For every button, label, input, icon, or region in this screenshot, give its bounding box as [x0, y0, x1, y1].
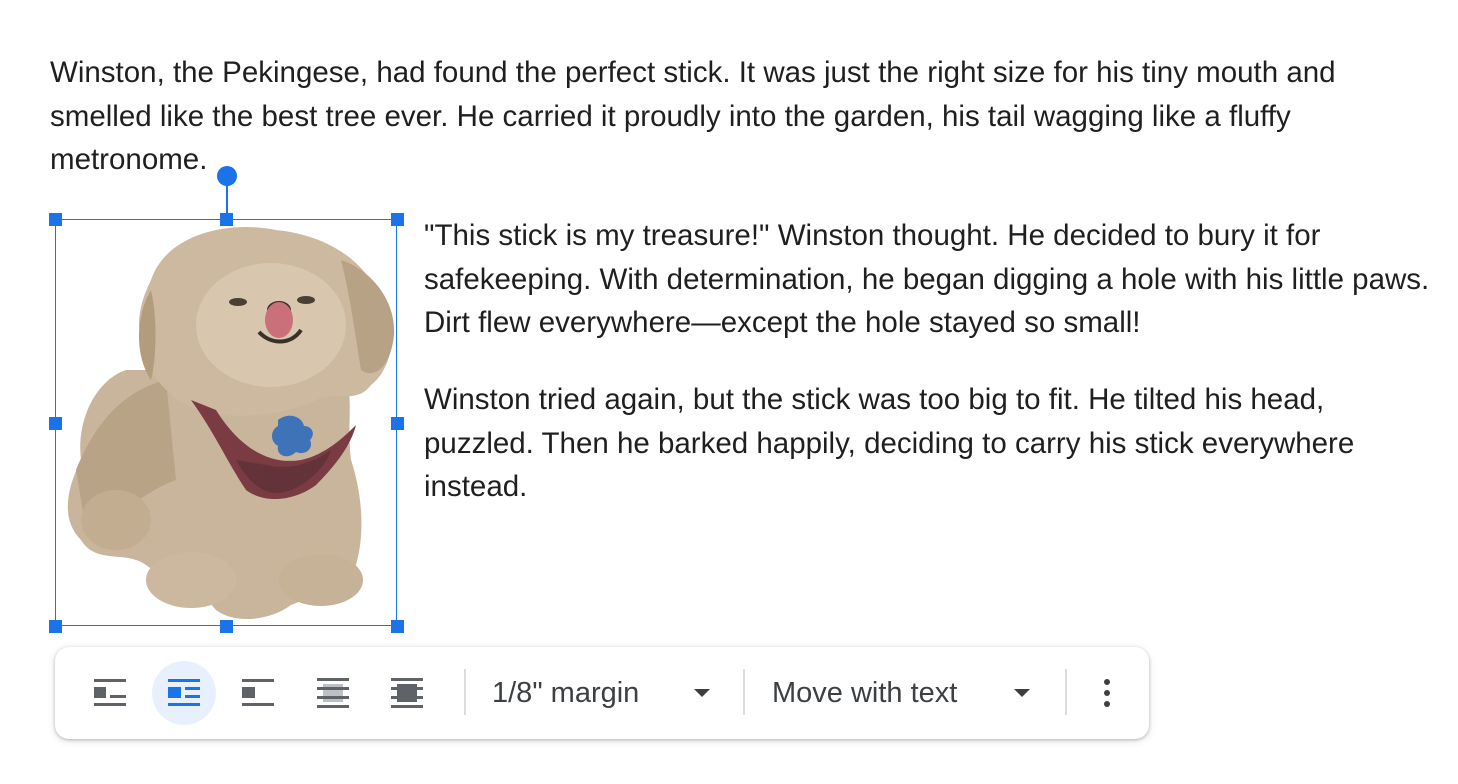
- in-line-button[interactable]: [78, 661, 142, 725]
- margin-dropdown-label: 1/8" margin: [492, 676, 640, 709]
- toolbar-separator: [464, 669, 466, 715]
- paragraph-1: Winston, the Pekingese, had found the pe…: [50, 56, 1336, 176]
- pekingese-dog-image: [67, 227, 395, 620]
- in-front-of-text-button[interactable]: [375, 661, 439, 725]
- resize-handle-top-left[interactable]: [49, 213, 62, 226]
- resize-handle-bottom[interactable]: [220, 620, 233, 633]
- resize-handle-right[interactable]: [391, 417, 404, 430]
- margin-dropdown[interactable]: 1/8" margin: [492, 661, 722, 725]
- more-options-button[interactable]: [1085, 661, 1129, 725]
- chevron-down-icon: [694, 689, 710, 697]
- rotation-handle[interactable]: [217, 166, 237, 186]
- resize-handle-top[interactable]: [220, 213, 233, 226]
- resize-handle-top-right[interactable]: [391, 213, 404, 226]
- position-dropdown-label: Move with text: [772, 676, 958, 709]
- wrap-text-button[interactable]: [152, 661, 216, 725]
- image-options-toolbar: 1/8" margin Move with text: [55, 647, 1149, 739]
- more-vert-icon: [1104, 679, 1110, 685]
- break-text-icon: [242, 679, 274, 706]
- resize-handle-bottom-right[interactable]: [391, 620, 404, 633]
- in-line-icon: [94, 679, 126, 706]
- chevron-down-icon: [1014, 689, 1030, 697]
- resize-handle-left[interactable]: [49, 417, 62, 430]
- behind-text-button[interactable]: [301, 661, 365, 725]
- in-front-of-text-icon: [391, 678, 423, 708]
- paragraph-2: "This stick is my treasure!" Winston tho…: [424, 219, 1430, 339]
- toolbar-separator: [1065, 669, 1067, 715]
- toolbar-separator: [743, 669, 745, 715]
- behind-text-icon: [317, 678, 349, 708]
- selected-image[interactable]: [55, 219, 397, 626]
- break-text-button[interactable]: [226, 661, 290, 725]
- wrap-text-icon: [168, 679, 200, 706]
- resize-handle-bottom-left[interactable]: [49, 620, 62, 633]
- paragraph-3: Winston tried again, but the stick was t…: [424, 383, 1355, 503]
- position-dropdown[interactable]: Move with text: [772, 661, 1042, 725]
